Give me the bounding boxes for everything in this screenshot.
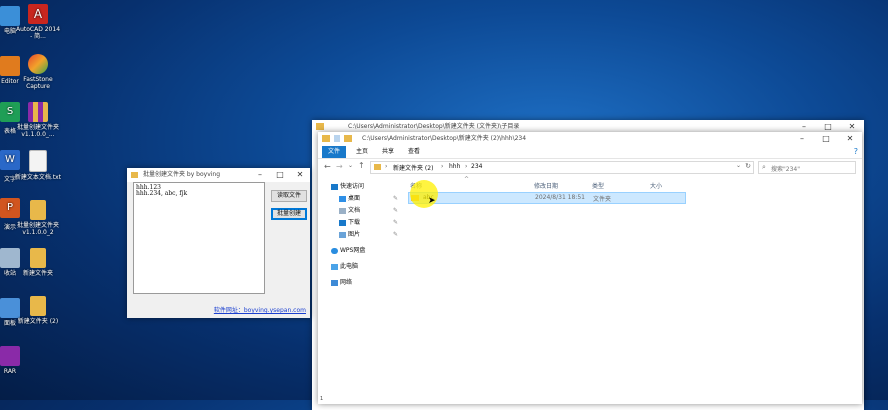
pin-icon: ✎: [392, 231, 398, 238]
breadcrumb-234[interactable]: 234: [471, 163, 482, 170]
file-modified: 2024/8/31 18:51: [535, 194, 585, 201]
folder-icon: [374, 164, 381, 170]
nav-pictures[interactable]: 图片 ✎: [339, 230, 400, 240]
close-button[interactable]: ✕: [290, 168, 310, 182]
search-icon: ⌕: [762, 163, 766, 171]
column-size[interactable]: 大小: [650, 181, 662, 190]
desktop-icon-autocad[interactable]: A AutoCAD 2014 - 简...: [14, 4, 62, 40]
nav-documents[interactable]: 文档 ✎: [339, 206, 400, 216]
winrar-icon: [0, 346, 20, 366]
help-icon[interactable]: ?: [854, 147, 858, 156]
dialog-title: 批量创建文件夹 by boyving: [143, 171, 221, 178]
address-row: ← → ⌄ ↑ › 新建文件夹 (2) › hhh › 234 ⌄ ↻ ⌕ 搜索…: [318, 160, 862, 174]
desktop-icon-faststone[interactable]: FastStone Capture: [14, 54, 62, 90]
minimize-button[interactable]: –: [250, 168, 270, 182]
explorer-window: C:\Users\Administrator\Desktop\新建文件夹 (2)…: [318, 132, 862, 404]
close-button[interactable]: ✕: [838, 132, 862, 146]
read-file-button[interactable]: 读取文件: [271, 190, 307, 202]
navigation-pane: 快速访问 桌面 ✎ 文档 ✎ 下载 ✎ 图片 ✎ WPS网盘 此电脑 网络: [318, 176, 404, 404]
nav-downloads[interactable]: 下载 ✎: [339, 218, 400, 228]
recent-dropdown-icon[interactable]: ⌄: [348, 162, 353, 169]
batch-create-button[interactable]: 批量创建: [271, 208, 307, 220]
tab-view[interactable]: 查看: [402, 146, 426, 158]
desktop-icon: [339, 196, 346, 202]
back-arrow-icon[interactable]: ←: [324, 162, 331, 171]
column-type[interactable]: 类型: [592, 181, 604, 190]
batch-folder-dialog: 批量创建文件夹 by boyving – □ ✕ hhh.123 hhh.234…: [127, 168, 310, 318]
desktop-icon-new-text[interactable]: 新建文本文档.txt: [14, 150, 62, 181]
breadcrumb-folder2[interactable]: 新建文件夹 (2): [393, 163, 433, 172]
tab-file[interactable]: 文件: [322, 146, 347, 158]
tab-share[interactable]: 共享: [376, 146, 400, 158]
table-row[interactable]: abc 2024/8/31 18:51 文件夹: [408, 192, 686, 204]
desktop-icon-batch-folder[interactable]: 批量创建文件夹v1.1.0.0_...: [14, 102, 62, 138]
pin-icon: ✎: [392, 207, 398, 214]
cloud-icon: [331, 248, 338, 254]
tab-home[interactable]: 主页: [350, 146, 374, 158]
folder-icon: [30, 200, 46, 220]
desktop-icon-winrar[interactable]: RAR: [0, 346, 34, 375]
address-dropdown-icon[interactable]: ⌄: [736, 162, 741, 169]
folder-icon: [131, 172, 138, 178]
desktop-icon-batch-folder-2[interactable]: 批量创建文件夹v1.1.0.0_2: [14, 200, 62, 236]
refresh-icon[interactable]: ↻: [745, 162, 751, 170]
desktop-icon-new-folder-2[interactable]: 新建文件夹 (2): [14, 296, 62, 325]
dialog-titlebar: 批量创建文件夹 by boyving – □ ✕: [127, 168, 310, 182]
ribbon-tabs: 文件 主页 共享 查看 ?: [318, 146, 862, 159]
search-box[interactable]: ⌕ 搜索"234": [758, 161, 856, 174]
status-item-count: 1: [320, 396, 324, 402]
nav-network[interactable]: 网络: [331, 278, 352, 288]
folder-icon: [30, 248, 46, 268]
pin-icon: ✎: [392, 219, 398, 226]
pictures-icon: [339, 232, 346, 238]
computer-icon: [331, 264, 338, 270]
properties-icon: [334, 135, 340, 142]
pin-icon: ✎: [392, 195, 398, 202]
folder-icon: [322, 135, 330, 142]
faststone-capture-icon: [28, 54, 48, 74]
sort-indicator-icon: ^: [464, 176, 470, 183]
minimize-button[interactable]: –: [790, 132, 814, 146]
star-icon: [331, 184, 338, 190]
documents-icon: [339, 208, 346, 214]
search-placeholder: 搜索"234": [771, 166, 800, 173]
text-file-icon: [29, 150, 47, 172]
maximize-button[interactable]: □: [814, 132, 838, 146]
up-arrow-icon[interactable]: ↑: [358, 161, 365, 170]
folder-list-textarea[interactable]: hhh.123 hhh.234, abc, fjk: [133, 182, 265, 294]
column-modified[interactable]: 修改日期: [534, 181, 558, 190]
breadcrumb-hhh[interactable]: hhh: [449, 163, 460, 170]
autocad-icon: A: [28, 4, 48, 24]
new-folder-icon: [344, 135, 352, 142]
folder-icon: [316, 123, 324, 130]
download-icon: [339, 220, 346, 226]
nav-desktop[interactable]: 桌面 ✎: [339, 194, 400, 204]
maximize-button[interactable]: □: [270, 168, 290, 182]
desktop-icon-new-folder[interactable]: 新建文件夹: [14, 248, 62, 277]
address-bar[interactable]: › 新建文件夹 (2) › hhh › 234 ⌄ ↻: [370, 161, 754, 174]
file-list: ^ 名称 修改日期 类型 大小 abc 2024/8/31 18:51 文件夹 …: [404, 176, 862, 404]
file-type: 文件夹: [593, 196, 612, 203]
network-icon: [331, 280, 338, 286]
archive-icon: [28, 102, 48, 122]
folder-icon: [30, 296, 46, 316]
mouse-pointer-icon: ➤: [428, 196, 436, 206]
explorer-titlebar: C:\Users\Administrator\Desktop\新建文件夹 (2)…: [318, 132, 862, 146]
website-link[interactable]: 软件网址：boyving.ysepan.com: [214, 305, 306, 314]
forward-arrow-icon[interactable]: →: [336, 162, 343, 171]
nav-wps-drive[interactable]: WPS网盘: [331, 246, 365, 256]
nav-quick-access[interactable]: 快速访问: [331, 182, 364, 192]
nav-this-pc[interactable]: 此电脑: [331, 262, 358, 272]
